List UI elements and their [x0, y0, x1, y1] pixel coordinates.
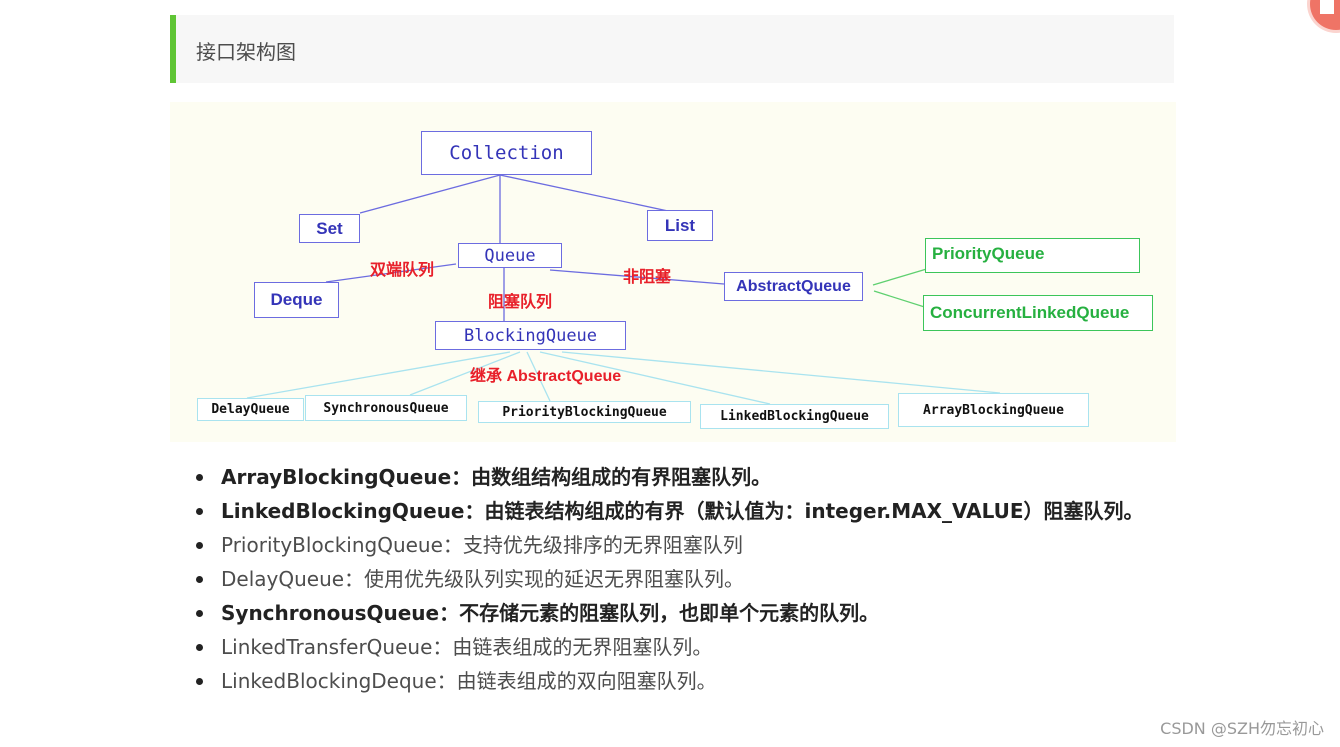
node-deque: Deque — [254, 282, 339, 318]
node-blocking-queue: BlockingQueue — [435, 321, 626, 350]
edge-abstract-priority — [872, 267, 931, 286]
node-collection: Collection — [421, 131, 592, 175]
queue-list: ArrayBlockingQueue：由数组结构组成的有界阻塞队列。 Linke… — [190, 460, 1150, 698]
edge-collection-list — [499, 174, 669, 212]
architecture-diagram: Collection Set List Queue Deque Abstract… — [170, 102, 1176, 442]
heading-text: 接口架构图 — [196, 40, 296, 64]
node-list: List — [647, 210, 713, 241]
label-blocking: 阻塞队列 — [488, 294, 553, 311]
node-array-blocking-queue: ArrayBlockingQueue — [898, 393, 1089, 427]
list-item: PriorityBlockingQueue：支持优先级排序的无界阻塞队列 — [190, 528, 1150, 562]
watermark: CSDN @SZH勿忘初心 — [1160, 719, 1324, 738]
node-priority-queue: PriorityQueue — [925, 238, 1140, 273]
node-delay-queue: DelayQueue — [197, 398, 304, 421]
node-priority-blocking-queue: PriorityBlockingQueue — [478, 401, 691, 423]
list-item: LinkedBlockingDeque：由链表组成的双向阻塞队列。 — [190, 664, 1150, 698]
edge-collection-set — [359, 174, 501, 214]
node-linked-blocking-queue: LinkedBlockingQueue — [700, 404, 889, 429]
list-item: LinkedBlockingQueue：由链表结构组成的有界（默认值为：inte… — [190, 494, 1150, 528]
node-set: Set — [299, 214, 360, 243]
list-item: SynchronousQueue：不存储元素的阻塞队列，也即单个元素的队列。 — [190, 596, 1150, 630]
node-abstract-queue: AbstractQueue — [724, 272, 863, 301]
edge-bq-arrayblocking — [561, 351, 1001, 394]
list-item: ArrayBlockingQueue：由数组结构组成的有界阻塞队列。 — [190, 460, 1150, 494]
node-queue: Queue — [458, 243, 562, 268]
node-synchronous-queue: SynchronousQueue — [305, 395, 467, 421]
label-deque: 双端队列 — [370, 262, 435, 279]
label-extends: 继承 AbstractQueue — [470, 368, 622, 385]
floating-action-button[interactable] — [1310, 0, 1340, 30]
list-item: DelayQueue：使用优先级队列实现的延迟无界阻塞队列。 — [190, 562, 1150, 596]
label-non-blocking: 非阻塞 — [623, 269, 672, 286]
list-item: LinkedTransferQueue：由链表组成的无界阻塞队列。 — [190, 630, 1150, 664]
badge-icon — [1320, 0, 1334, 14]
section-heading: 接口架构图 — [170, 15, 1174, 83]
node-concurrent-linked-queue: ConcurrentLinkedQueue — [923, 295, 1153, 331]
